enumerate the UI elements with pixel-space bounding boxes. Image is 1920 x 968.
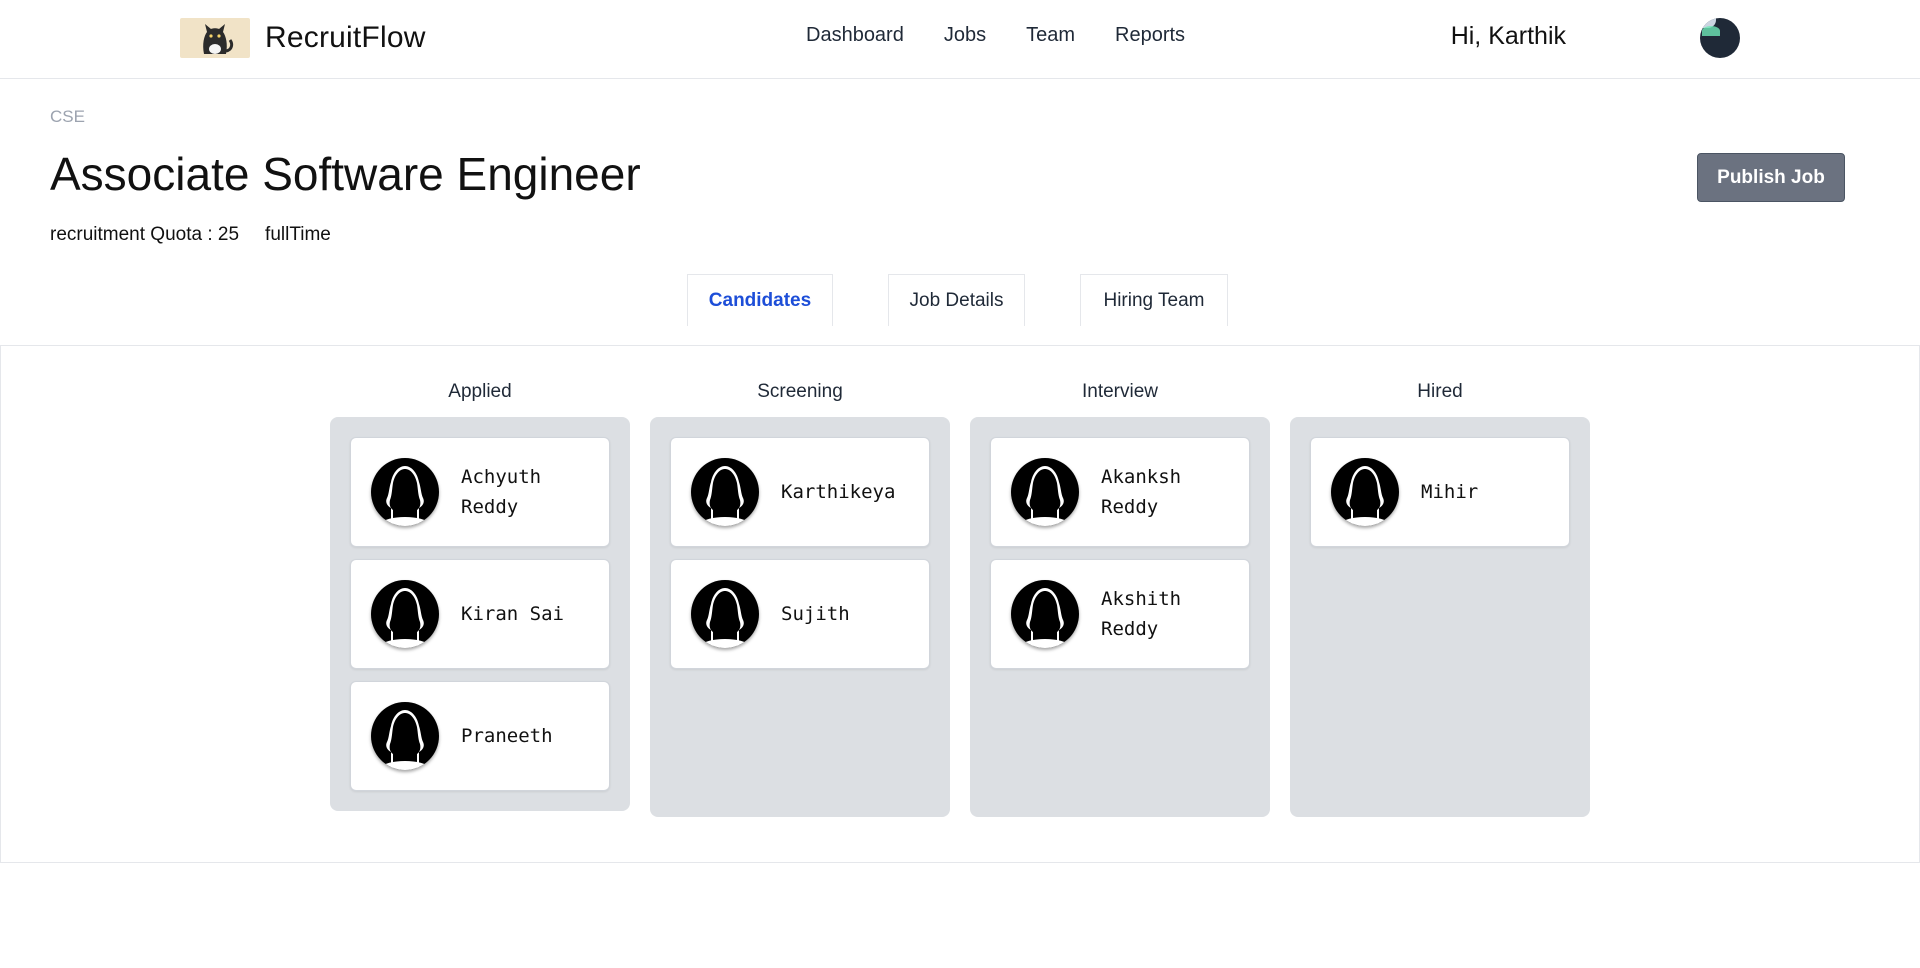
nav-team[interactable]: Team (1026, 24, 1075, 47)
cat-logo-icon (180, 18, 250, 58)
user-avatar-icon[interactable] (1700, 18, 1740, 58)
candidate-name: Akshith Reddy (1101, 588, 1182, 640)
person-silhouette-icon (691, 580, 759, 648)
person-silhouette-icon (371, 702, 439, 770)
job-title: Associate Software Engineer (50, 148, 641, 200)
publish-job-button[interactable]: Publish Job (1697, 153, 1845, 202)
person-silhouette-icon (371, 458, 439, 526)
candidate-card[interactable]: Akanksh Reddy (990, 437, 1250, 547)
stage-dropzone[interactable]: Akanksh Reddy Akshith Reddy (970, 417, 1270, 817)
stage-title: Interview (1081, 381, 1159, 402)
tab-hiring-team[interactable]: Hiring Team (1080, 274, 1228, 326)
stage-dropzone[interactable]: Achyuth Reddy Kiran Sai Praneeth (330, 417, 630, 811)
main-nav: Dashboard Jobs Team Reports (806, 24, 1185, 47)
candidate-card[interactable]: Kiran Sai (350, 559, 610, 669)
stage-dropzone[interactable]: Mihir (1290, 417, 1590, 817)
candidate-name: Mihir (1421, 481, 1479, 503)
candidate-pipeline-board: Applied Achyuth Reddy Kiran Sai Praneeth… (0, 345, 1920, 863)
job-department: CSE (50, 107, 85, 126)
recruitment-quota: recruitment Quota : 25 (50, 224, 240, 245)
candidate-name: Akanksh Reddy (1101, 466, 1182, 518)
person-silhouette-icon (1331, 458, 1399, 526)
candidate-card[interactable]: Akshith Reddy (990, 559, 1250, 669)
tab-job-details[interactable]: Job Details (888, 274, 1025, 326)
candidate-name: Kiran Sai (461, 603, 564, 625)
person-silhouette-icon (371, 580, 439, 648)
avatar-image-hill (1702, 26, 1720, 36)
nav-reports[interactable]: Reports (1115, 24, 1185, 47)
user-greeting: Hi, Karthik (1450, 22, 1566, 50)
candidate-card[interactable]: Praneeth (350, 681, 610, 791)
nav-dashboard[interactable]: Dashboard (806, 24, 904, 47)
brand[interactable]: RecruitFlow (180, 18, 426, 58)
brand-name: RecruitFlow (265, 21, 426, 54)
job-meta: recruitment Quota : 25 fullTime (50, 224, 331, 246)
candidate-card[interactable]: Sujith (670, 559, 930, 669)
stage-title: Applied (448, 381, 512, 402)
person-silhouette-icon (691, 458, 759, 526)
person-silhouette-icon (1011, 458, 1079, 526)
candidate-card[interactable]: Mihir (1310, 437, 1570, 547)
employment-type: fullTime (265, 224, 331, 245)
candidate-card[interactable]: Karthikeya (670, 437, 930, 547)
nav-jobs[interactable]: Jobs (944, 24, 986, 47)
person-silhouette-icon (1011, 580, 1079, 648)
tab-candidates[interactable]: Candidates (687, 274, 833, 326)
candidate-name: Sujith (781, 603, 850, 625)
stage-dropzone[interactable]: Karthikeya Sujith (650, 417, 950, 817)
stage-title: Hired (1417, 381, 1463, 402)
stage-title: Screening (757, 381, 843, 402)
candidate-name: Karthikeya (781, 481, 896, 503)
candidate-name: Praneeth (461, 725, 553, 747)
job-tabs: Candidates Job Details Hiring Team (0, 274, 1920, 326)
candidate-card[interactable]: Achyuth Reddy (350, 437, 610, 547)
candidate-name: Achyuth Reddy (461, 466, 542, 518)
top-navbar: RecruitFlow Dashboard Jobs Team Reports … (0, 0, 1920, 79)
